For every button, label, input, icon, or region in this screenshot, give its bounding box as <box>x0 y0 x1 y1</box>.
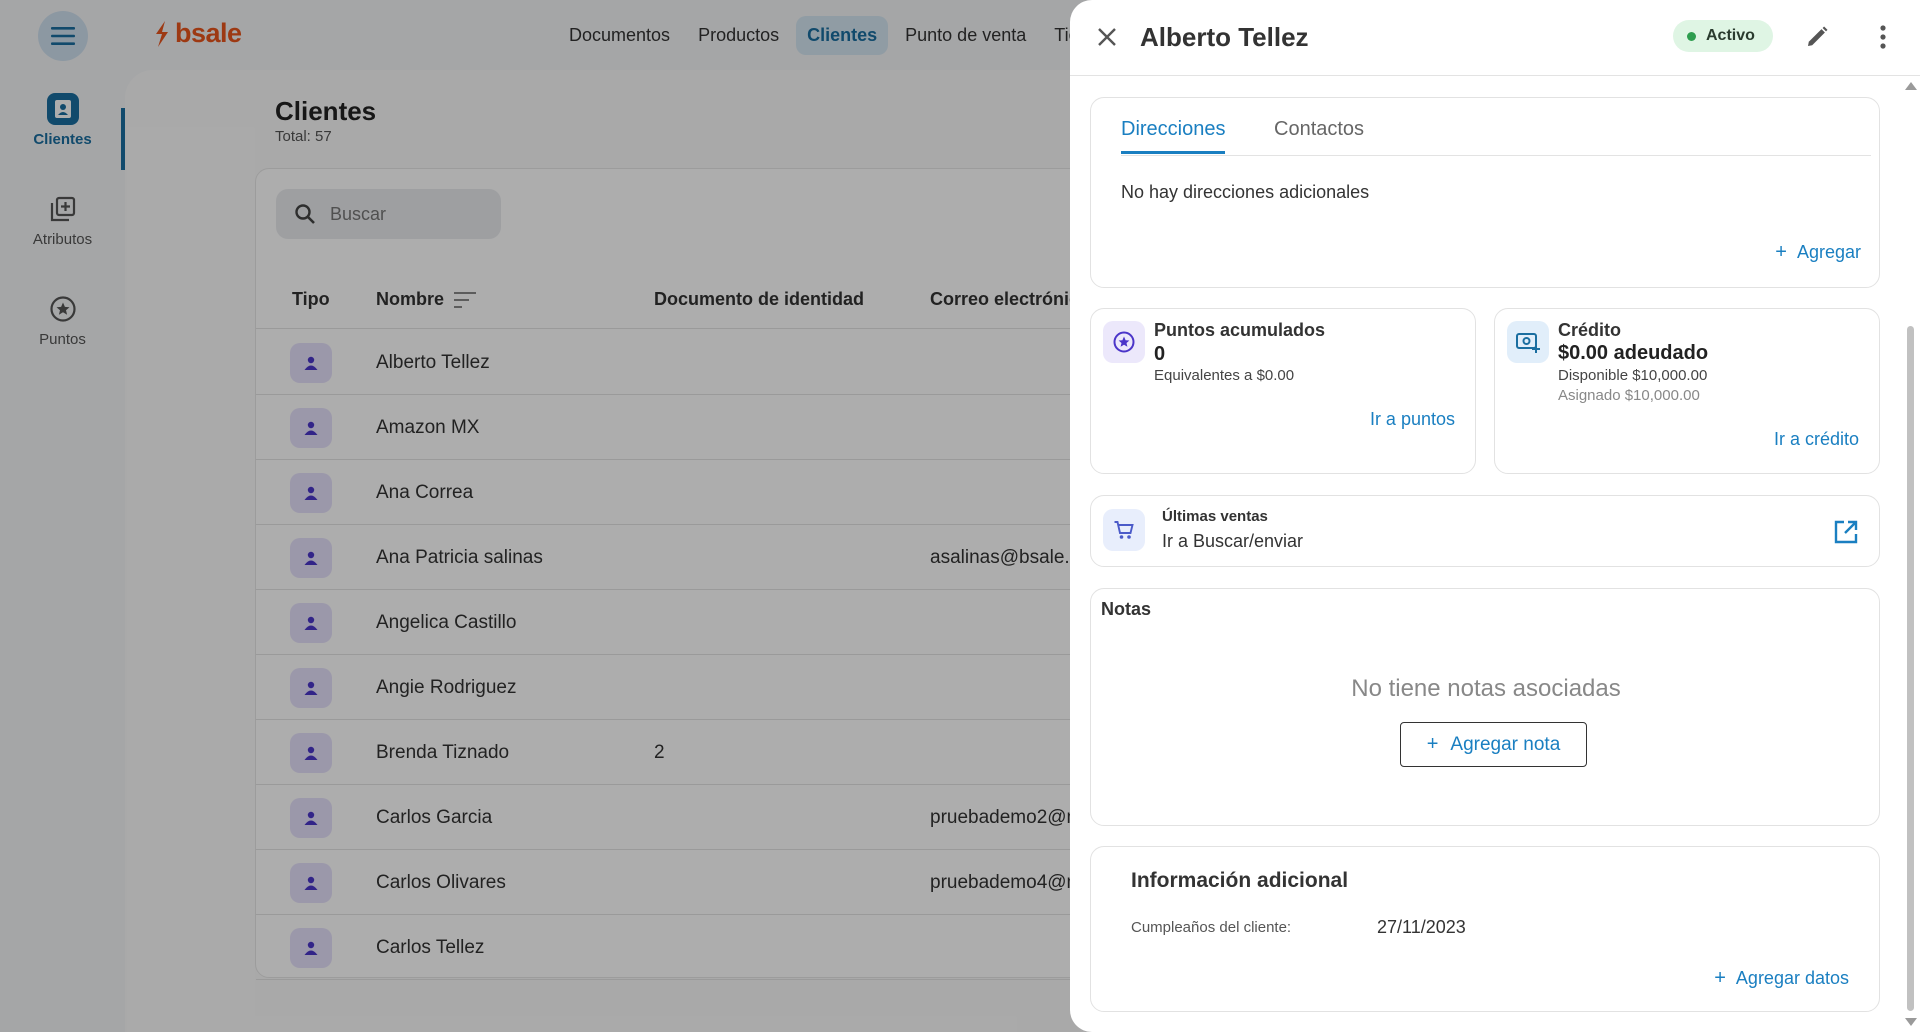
credit-card: Crédito $0.00 adeudado Disponible $10,00… <box>1494 308 1880 474</box>
birthday-value: 27/11/2023 <box>1377 917 1466 937</box>
birthday-label: Cumpleaños del cliente: <box>1131 919 1292 936</box>
notes-card: Notas No tiene notas asociadas + Agregar… <box>1090 588 1880 826</box>
plus-icon: + <box>1714 967 1726 989</box>
pencil-icon <box>1808 26 1828 46</box>
addresses-empty-text: No hay direcciones adicionales <box>1121 182 1370 202</box>
go-to-points-link[interactable]: Ir a puntos <box>1370 409 1455 430</box>
add-data-label: Agregar datos <box>1735 968 1849 988</box>
notes-title: Notas <box>1101 599 1152 619</box>
last-sales-card[interactable]: Últimas ventas Ir a Buscar/enviar <box>1090 495 1880 567</box>
add-address-label: Agregar <box>1796 242 1861 262</box>
credit-add-icon <box>1507 321 1549 363</box>
tab-direcciones[interactable]: Direcciones <box>1121 118 1226 154</box>
more-vertical-icon <box>1880 25 1886 49</box>
tab-contactos[interactable]: Contactos <box>1274 118 1364 151</box>
add-address-button[interactable]: + Agregar <box>1775 241 1861 264</box>
plus-icon: + <box>1426 733 1439 755</box>
add-note-button[interactable]: + Agregar nota <box>1400 722 1587 767</box>
client-detail-drawer: Alberto Tellez Activo Direcciones Contac… <box>1070 0 1920 1032</box>
last-sales-link-text: Ir a Buscar/enviar <box>1162 531 1304 551</box>
scrollbar-thumb[interactable] <box>1907 326 1914 1011</box>
close-button[interactable] <box>1090 20 1124 54</box>
addresses-card: Direcciones Contactos No hay direcciones… <box>1090 97 1880 288</box>
add-data-button[interactable]: + Agregar datos <box>1714 967 1849 990</box>
drawer-scrollbar[interactable] <box>1901 76 1920 1032</box>
points-title: Puntos acumulados <box>1154 320 1326 340</box>
scroll-down-icon[interactable] <box>1905 1018 1917 1026</box>
credit-title: Crédito <box>1558 320 1621 340</box>
additional-info-card: Información adicional Cumpleaños del cli… <box>1090 846 1880 1012</box>
star-circle-icon <box>1103 321 1145 363</box>
drawer-title: Alberto Tellez <box>1140 22 1309 52</box>
close-icon <box>1098 28 1116 46</box>
status-badge: Activo <box>1673 20 1773 52</box>
points-card: Puntos acumulados 0 Equivalentes a $0.00… <box>1090 308 1476 474</box>
credit-assigned: Asignado $10,000.00 <box>1558 387 1700 404</box>
last-sales-title: Últimas ventas <box>1162 508 1268 525</box>
notes-empty-text: No tiene notas asociadas <box>1351 675 1621 702</box>
points-value: 0 <box>1154 343 1166 365</box>
drawer-tabs: Direcciones Contactos <box>1121 118 1871 156</box>
more-options-button[interactable] <box>1866 20 1900 54</box>
edit-button[interactable] <box>1800 20 1834 54</box>
drawer-header: Alberto Tellez Activo <box>1070 0 1920 76</box>
status-dot-icon <box>1687 31 1696 41</box>
scroll-up-icon[interactable] <box>1905 82 1917 90</box>
go-to-credit-link[interactable]: Ir a crédito <box>1774 429 1859 450</box>
points-equivalent: Equivalentes a $0.00 <box>1154 367 1295 384</box>
plus-icon: + <box>1775 241 1787 263</box>
credit-owed: $0.00 adeudado <box>1558 342 1709 364</box>
additional-info-title: Información adicional <box>1131 869 1349 892</box>
open-in-new-icon[interactable] <box>1833 519 1859 545</box>
credit-available: Disponible $10,000.00 <box>1558 367 1708 384</box>
status-label: Activo <box>1706 27 1755 44</box>
shopping-cart-icon <box>1103 509 1145 551</box>
add-note-label: Agregar nota <box>1450 733 1561 755</box>
